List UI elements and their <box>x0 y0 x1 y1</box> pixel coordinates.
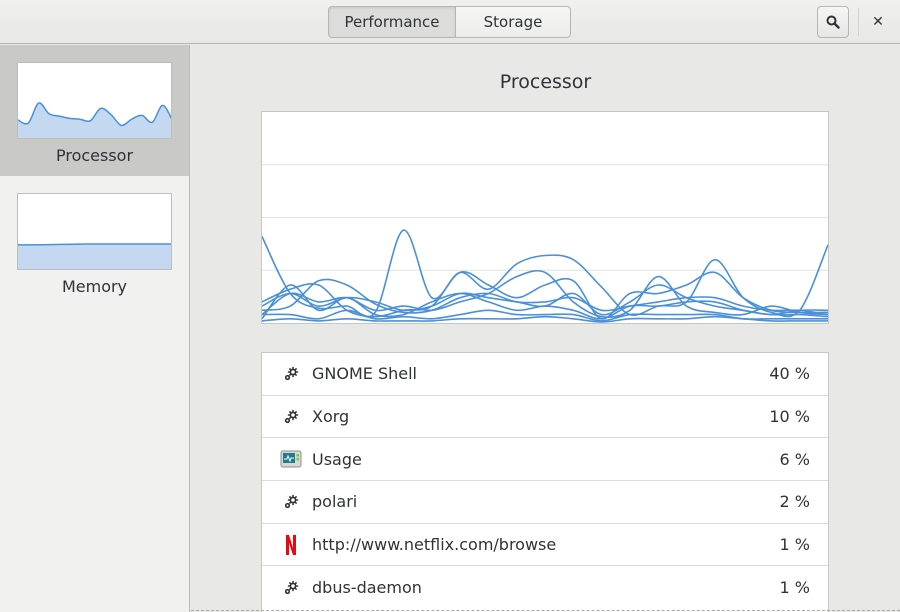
process-cpu-value: 1 % <box>779 535 810 555</box>
sidebar-item-memory[interactable]: Memory <box>0 176 189 307</box>
cpu-series-line-cpu1 <box>261 229 829 318</box>
gears-icon <box>280 406 302 428</box>
process-list: GNOME Shell 40 % Xorg 10 % Usage 6 % polari 2 %… <box>261 352 829 612</box>
process-cpu-value: 10 % <box>769 407 810 427</box>
close-icon: ✕ <box>872 14 884 30</box>
main-panel: Processor GNOME Shell 40 % Xorg 10 % Usage 6 … <box>191 45 900 612</box>
tab-storage[interactable]: Storage <box>456 6 571 38</box>
process-name: Xorg <box>312 407 350 427</box>
gears-icon <box>280 577 302 599</box>
search-icon <box>826 15 840 29</box>
process-row[interactable]: http://www.netflix.com/browse 1 % <box>262 524 828 567</box>
sidebar-item-label: Memory <box>61 277 128 296</box>
processor-graph <box>261 111 829 324</box>
header-separator <box>858 8 859 36</box>
gears-icon <box>280 491 302 513</box>
view-switcher: Performance Storage <box>328 6 571 38</box>
sidebar-item-label: Processor <box>55 146 134 165</box>
process-name: polari <box>312 492 358 512</box>
process-row[interactable]: dbus-daemon 1 % <box>262 566 828 609</box>
memory-thumbnail-graph <box>17 193 172 270</box>
process-name: dbus-daemon <box>312 578 422 598</box>
process-name: Usage <box>312 449 362 469</box>
process-cpu-value: 1 % <box>779 578 810 598</box>
process-cpu-value: 40 % <box>769 364 810 384</box>
cpu-series-line-cpu3 <box>261 270 829 320</box>
header-bar: Performance Storage ✕ <box>0 0 900 44</box>
usage-app-icon <box>280 448 302 470</box>
sidebar-item-processor[interactable]: Processor <box>0 45 189 176</box>
close-button[interactable]: ✕ <box>862 6 894 38</box>
search-button[interactable] <box>817 6 849 38</box>
netflix-icon <box>280 534 302 556</box>
process-row[interactable]: polari 2 % <box>262 481 828 524</box>
gears-icon <box>280 363 302 385</box>
process-row[interactable]: Usage 6 % <box>262 438 828 482</box>
process-cpu-value: 6 % <box>779 449 810 469</box>
bottom-edge <box>191 610 900 611</box>
page-title: Processor <box>499 71 592 93</box>
process-row[interactable]: Xorg 10 % <box>262 396 828 439</box>
thumbnail-area <box>18 244 171 269</box>
processor-thumbnail-graph <box>17 62 172 139</box>
process-name: GNOME Shell <box>312 364 417 384</box>
process-row[interactable]: GNOME Shell 40 % <box>262 353 828 396</box>
cpu-series-line-cpu8 <box>261 315 828 323</box>
sidebar: Processor Memory <box>0 45 190 612</box>
tab-performance[interactable]: Performance <box>328 6 456 38</box>
process-name: http://www.netflix.com/browse <box>312 535 557 555</box>
process-cpu-value: 2 % <box>779 492 810 512</box>
thumbnail-line <box>18 243 171 246</box>
